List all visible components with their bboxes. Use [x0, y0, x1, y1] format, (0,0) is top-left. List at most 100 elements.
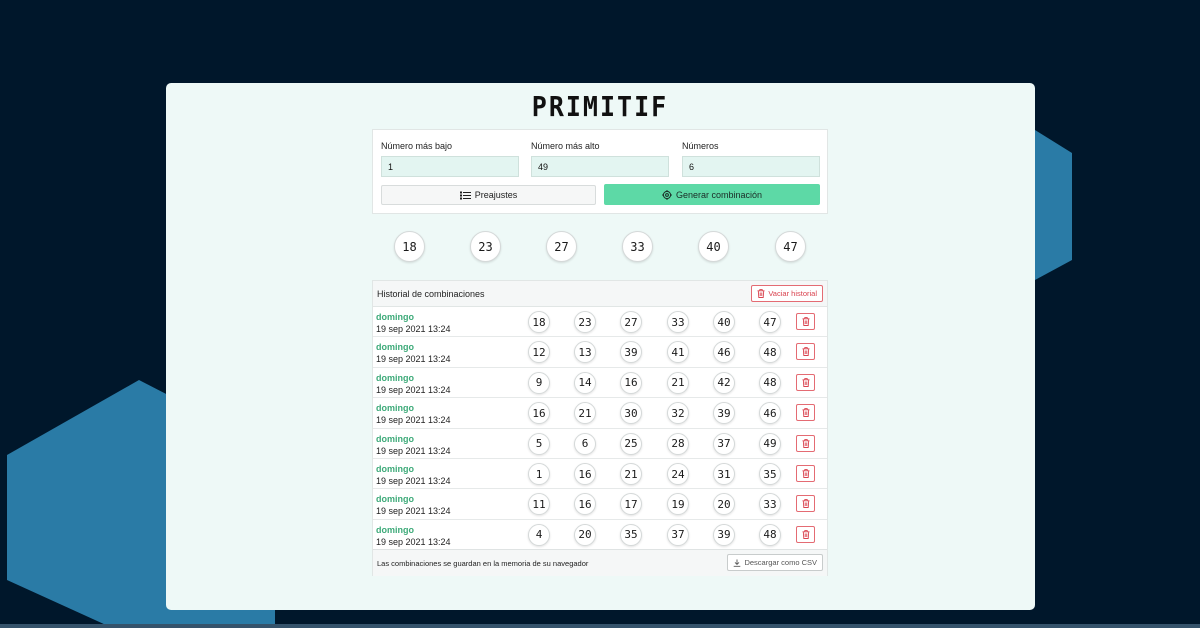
high-number-input[interactable] — [531, 156, 669, 177]
result-ball: 27 — [546, 231, 577, 262]
history-ball: 30 — [620, 402, 642, 425]
result-ball: 47 — [775, 231, 806, 262]
history-ball: 6 — [574, 432, 596, 455]
delete-row-button[interactable] — [796, 495, 815, 513]
history-row-date: 19 sep 2021 13:24 — [376, 415, 451, 426]
trash-icon — [802, 499, 809, 509]
history-ball: 33 — [667, 311, 689, 333]
trash-icon — [802, 469, 809, 478]
high-number-label: Número más alto — [531, 141, 600, 151]
history-row-date: 19 sep 2021 13:24 — [376, 445, 451, 456]
history-ball: 21 — [574, 402, 596, 425]
history-row: domingo 19 sep 2021 13:24 18 23 27 33 40 47 — [373, 307, 827, 338]
history-ball: 48 — [759, 371, 781, 394]
delete-row-button[interactable] — [796, 343, 815, 361]
history-ball: 48 — [759, 341, 781, 364]
result-ball: 40 — [698, 231, 729, 262]
history-row-day: domingo — [376, 342, 414, 353]
history-row-day: domingo — [376, 433, 414, 444]
numbers-count-input[interactable] — [682, 156, 820, 177]
history-ball: 39 — [713, 523, 735, 546]
history-row: domingo 19 sep 2021 13:24 1 16 21 24 31 35 — [373, 459, 827, 490]
history-row: domingo 19 sep 2021 13:24 16 21 30 32 39 46 — [373, 398, 827, 429]
history-ball: 12 — [528, 341, 550, 364]
trash-icon — [802, 347, 809, 357]
bottom-strip — [0, 624, 1200, 628]
history-ball: 20 — [574, 523, 596, 546]
history-ball: 4 — [528, 523, 550, 546]
history-ball: 16 — [574, 463, 596, 485]
storage-note: Las combinaciones se guardan en la memor… — [377, 559, 589, 568]
low-number-label: Número más bajo — [381, 141, 453, 151]
result-ball: 33 — [622, 231, 653, 262]
history-ball: 18 — [528, 311, 550, 333]
history-ball: 35 — [620, 523, 642, 546]
history-header: Historial de combinaciones Vaciar histor… — [373, 281, 827, 307]
history-title: Historial de combinaciones — [377, 289, 485, 299]
trash-icon — [802, 529, 809, 539]
trash-icon — [802, 317, 809, 326]
history-ball: 40 — [713, 311, 735, 333]
history-ball: 23 — [574, 311, 596, 333]
delete-row-button[interactable] — [796, 434, 815, 452]
delete-row-button[interactable] — [796, 373, 815, 391]
low-number-input[interactable] — [381, 156, 519, 177]
generate-button[interactable]: Generar combinación — [604, 184, 820, 205]
history-ball: 13 — [574, 341, 596, 364]
history-ball: 28 — [667, 432, 689, 455]
history-ball: 49 — [759, 432, 781, 455]
history-ball: 39 — [713, 402, 735, 425]
history-ball: 47 — [759, 311, 781, 333]
history-row-day: domingo — [376, 464, 414, 474]
history-ball: 46 — [713, 341, 735, 364]
history-row: domingo 19 sep 2021 13:24 9 14 16 21 42 48 — [373, 368, 827, 399]
history-ball: 37 — [713, 432, 735, 455]
history-row-day: domingo — [376, 494, 414, 505]
download-csv-label: Descargar como CSV — [744, 558, 817, 567]
history-row-date: 19 sep 2021 13:24 — [376, 506, 451, 517]
history-ball: 33 — [759, 493, 781, 516]
history-ball: 16 — [528, 402, 550, 425]
download-csv-button[interactable]: Descargar como CSV — [727, 554, 823, 571]
presets-label: Preajustes — [474, 190, 518, 200]
generate-label: Generar combinación — [675, 189, 763, 200]
history-ball: 1 — [528, 463, 550, 485]
history-ball: 21 — [667, 371, 689, 394]
list-icon — [459, 191, 471, 199]
history-ball: 16 — [574, 493, 596, 516]
history-ball: 31 — [713, 463, 735, 485]
history-ball: 48 — [759, 523, 781, 546]
history-ball: 16 — [620, 371, 642, 394]
history-row: domingo 19 sep 2021 13:24 4 20 35 37 39 48 — [373, 520, 827, 551]
delete-row-button[interactable] — [796, 404, 815, 422]
history-ball: 46 — [759, 402, 781, 425]
history-row-day: domingo — [376, 372, 414, 383]
history-ball: 24 — [667, 463, 689, 485]
delete-row-button[interactable] — [796, 465, 815, 482]
history-ball: 37 — [667, 523, 689, 546]
history-ball: 35 — [759, 463, 781, 485]
generator-form: Número más bajo Número más alto Números … — [372, 129, 828, 214]
presets-button[interactable]: Preajustes — [381, 185, 596, 205]
delete-row-button[interactable] — [796, 525, 815, 543]
numbers-count-label: Números — [682, 141, 719, 151]
trash-icon — [757, 289, 765, 298]
history-ball: 20 — [713, 493, 735, 516]
history-ball: 32 — [667, 402, 689, 425]
history-row-date: 19 sep 2021 13:24 — [376, 354, 451, 365]
history-row-day: domingo — [376, 403, 414, 414]
trash-icon — [802, 377, 809, 387]
history-row-day: domingo — [376, 524, 414, 535]
history-row-date: 19 sep 2021 13:24 — [376, 536, 451, 547]
history-row-date: 19 sep 2021 13:24 — [376, 476, 451, 486]
delete-row-button[interactable] — [796, 313, 815, 330]
history-ball: 41 — [667, 341, 689, 364]
history-ball: 25 — [620, 432, 642, 455]
clear-history-button[interactable]: Vaciar historial — [751, 285, 823, 302]
history-ball: 14 — [574, 371, 596, 394]
history-ball: 17 — [620, 493, 642, 516]
clear-history-label: Vaciar historial — [768, 289, 817, 298]
history-ball: 5 — [528, 432, 550, 455]
history-row: domingo 19 sep 2021 13:24 12 13 39 41 46 48 — [373, 337, 827, 368]
hexagon-right — [1035, 130, 1072, 280]
